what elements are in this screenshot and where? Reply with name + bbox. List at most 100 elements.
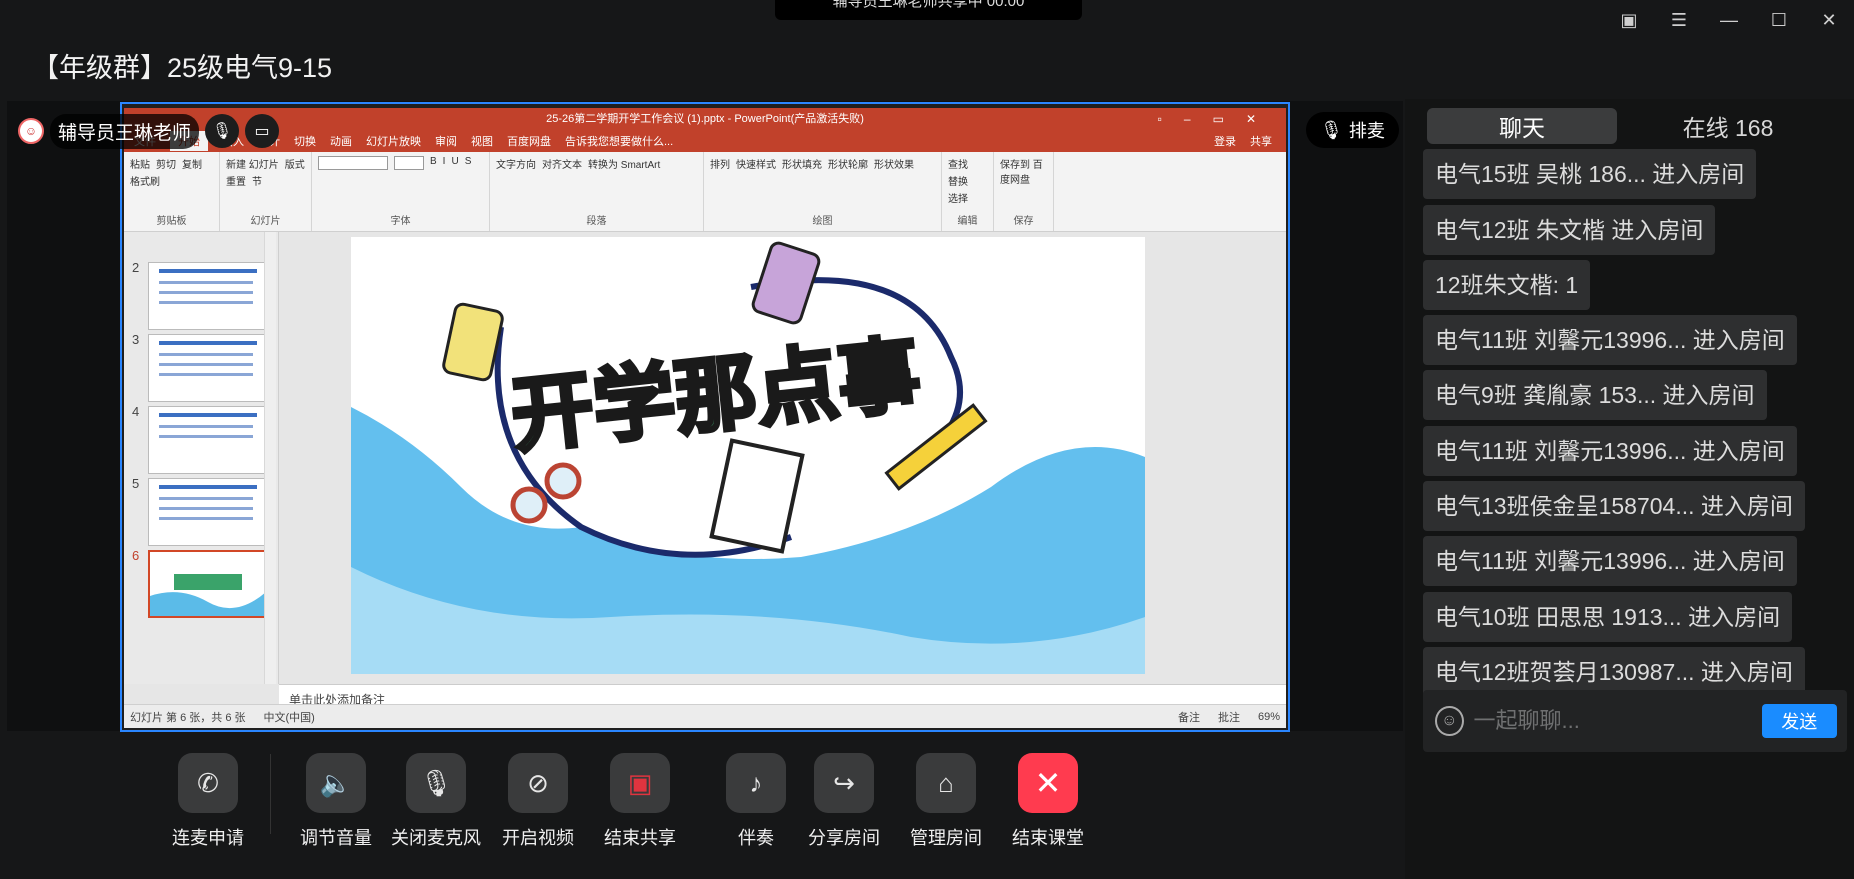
- screen-share-icon[interactable]: ▭: [245, 114, 280, 148]
- thumb-title-bar: [159, 341, 257, 345]
- section-button[interactable]: 节: [252, 173, 262, 188]
- layout-button[interactable]: 版式: [285, 156, 305, 171]
- reset-button[interactable]: 重置: [226, 173, 246, 188]
- zoom-level[interactable]: 69%: [1258, 711, 1280, 723]
- screen-record-icon[interactable]: ▣: [1604, 0, 1654, 40]
- ppt-title-text: 25-26第二学期开学工作会议 (1).pptx - PowerPoint(产品…: [546, 113, 864, 125]
- format-painter-button[interactable]: 格式刷: [130, 173, 160, 188]
- list-item: 电气13班侯金呈158704... 进入房间: [1423, 481, 1805, 531]
- panel-tabs: 聊天 在线 168: [1427, 108, 1829, 144]
- ribbon-group-paragraph: 文字方向 对齐文本 转换为 SmartArt 段落: [490, 152, 704, 231]
- underline-icon[interactable]: U: [451, 156, 458, 170]
- avatar: ☺: [18, 118, 44, 144]
- arrange-button[interactable]: 排列: [710, 156, 730, 171]
- thumb-number: 6: [132, 548, 140, 563]
- tab-chat[interactable]: 聊天: [1427, 108, 1617, 144]
- chat-input[interactable]: [1473, 708, 1762, 734]
- ppt-tab-transitions[interactable]: 切换: [294, 133, 316, 149]
- stop-share-button[interactable]: ▣ 结束共享: [590, 753, 690, 850]
- ppt-share[interactable]: 共享: [1250, 133, 1272, 149]
- thumb-title-bar: [159, 269, 257, 273]
- maximize-icon[interactable]: ☐: [1754, 0, 1804, 40]
- ppt-tab-review[interactable]: 审阅: [435, 133, 457, 149]
- thumb-line: [159, 353, 253, 356]
- message-list: 电气15班 吴桃 186... 进入房间 电气12班 朱文楷 进入房间 12班朱…: [1423, 149, 1843, 749]
- ribbon-group-label: 绘图: [812, 216, 833, 227]
- close-icon[interactable]: ✕: [1804, 0, 1854, 40]
- ppt-tab-view[interactable]: 视图: [471, 133, 493, 149]
- accompaniment-button[interactable]: ♪ 伴奏: [706, 753, 806, 850]
- slide-thumbnail[interactable]: [148, 334, 268, 402]
- text-direction-button[interactable]: 文字方向: [496, 156, 536, 171]
- align-text-button[interactable]: 对齐文本: [542, 156, 582, 171]
- list-item: 电气9班 龚胤豪 153... 进入房间: [1423, 370, 1767, 420]
- italic-icon[interactable]: I: [443, 156, 446, 170]
- menu-icon[interactable]: ☰: [1654, 0, 1704, 40]
- ppt-tab-slideshow[interactable]: 幻灯片放映: [366, 133, 421, 149]
- cut-button[interactable]: 剪切: [156, 156, 176, 171]
- shape-effects-button[interactable]: 形状效果: [874, 156, 914, 171]
- slide-thumbnail[interactable]: [148, 478, 268, 546]
- status-notes-button[interactable]: 备注: [1178, 709, 1200, 725]
- microphone-icon: 🎙: [406, 753, 466, 813]
- ppt-tab-animations[interactable]: 动画: [330, 133, 352, 149]
- slide-thumbnail[interactable]: [148, 406, 268, 474]
- thumb-line: [159, 373, 253, 376]
- volume-button[interactable]: 🔈 调节音量: [286, 753, 386, 850]
- thumbnail-scrollbar[interactable]: [264, 232, 276, 684]
- smartart-button[interactable]: 转换为 SmartArt: [588, 156, 660, 171]
- ribbon-group-editing: 查找 替换 选择 编辑: [942, 152, 994, 231]
- quick-styles-button[interactable]: 快速样式: [736, 156, 776, 171]
- thumb-line: [159, 281, 253, 284]
- font-family-select[interactable]: [318, 156, 388, 170]
- presenter-badge: ☺ 辅导员王琳老师 🎙 ▭: [18, 112, 280, 150]
- slide-thumbnail-selected[interactable]: [148, 550, 268, 618]
- paste-button[interactable]: 粘贴: [130, 156, 150, 171]
- speaker-icon: 🔈: [306, 753, 366, 813]
- strikethrough-icon[interactable]: S: [465, 156, 472, 170]
- toolbar-label: 伴奏: [738, 828, 774, 848]
- ribbon-group-label: 字体: [390, 216, 411, 227]
- font-size-select[interactable]: [394, 156, 424, 170]
- thumb-number: 3: [132, 332, 140, 347]
- manage-room-button[interactable]: ⌂ 管理房间: [896, 753, 996, 850]
- microphone-icon[interactable]: 🎙: [205, 114, 240, 148]
- ppt-window-controls[interactable]: ▫–▭✕: [1158, 108, 1278, 130]
- ppt-tell-me[interactable]: 告诉我您想要做什么...: [565, 133, 673, 149]
- ribbon-group-slides: 新建 幻灯片 版式 重置 节 幻灯片: [220, 152, 312, 231]
- ppt-ribbon-tabs: 文件 开始 插入 设计 切换 动画 幻灯片放映 审阅 视图 百度网盘 告诉我您想…: [124, 130, 1286, 152]
- toolbar-label: 结束课堂: [1012, 828, 1084, 848]
- toolbar-label: 分享房间: [808, 828, 880, 848]
- ppt-login[interactable]: 登录: [1214, 133, 1236, 149]
- shape-outline-button[interactable]: 形状轮廓: [828, 156, 868, 171]
- list-item: 电气11班 刘馨元13996... 进入房间: [1423, 536, 1797, 586]
- share-room-button[interactable]: ↪ 分享房间: [794, 753, 894, 850]
- toolbar-label: 结束共享: [604, 828, 676, 848]
- tab-online[interactable]: 在线 168: [1633, 108, 1823, 144]
- status-comments-button[interactable]: 批注: [1218, 709, 1240, 725]
- find-button[interactable]: 查找: [948, 156, 968, 171]
- new-slide-button[interactable]: 新建 幻灯片: [226, 156, 279, 171]
- toolbar-label: 调节音量: [300, 828, 372, 848]
- copy-button[interactable]: 复制: [182, 156, 202, 171]
- minimize-icon[interactable]: —: [1704, 0, 1754, 40]
- slide-thumbnails: 2 3 4 5 6: [124, 232, 279, 684]
- replace-button[interactable]: 替换: [948, 173, 968, 188]
- shape-fill-button[interactable]: 形状填充: [782, 156, 822, 171]
- send-button[interactable]: 发送: [1761, 704, 1837, 738]
- start-video-button[interactable]: ⊘ 开启视频: [488, 753, 588, 850]
- mic-queue-button[interactable]: 🎙 排麦: [1306, 112, 1399, 148]
- select-button[interactable]: 选择: [948, 190, 968, 205]
- ribbon-group-label: 保存: [1013, 216, 1034, 227]
- bold-icon[interactable]: B: [430, 156, 437, 170]
- ribbon-group-label: 剪贴板: [156, 216, 187, 227]
- request-mic-button[interactable]: ✆ 连麦申请: [158, 753, 258, 850]
- mute-mic-button[interactable]: 🎙 关闭麦克风: [386, 753, 486, 850]
- ribbon-group-drawing: 排列 快速样式 形状填充 形状轮廓 形状效果 绘图: [704, 152, 942, 231]
- slide-thumbnail[interactable]: [148, 262, 268, 330]
- music-icon: ♪: [726, 753, 786, 813]
- emoji-icon[interactable]: ☺: [1435, 706, 1464, 736]
- end-class-button[interactable]: ✕ 结束课堂: [998, 753, 1098, 850]
- save-to-baidu-button[interactable]: 保存到 百度网盘: [1000, 156, 1047, 186]
- ppt-tab-baidu[interactable]: 百度网盘: [507, 133, 551, 149]
